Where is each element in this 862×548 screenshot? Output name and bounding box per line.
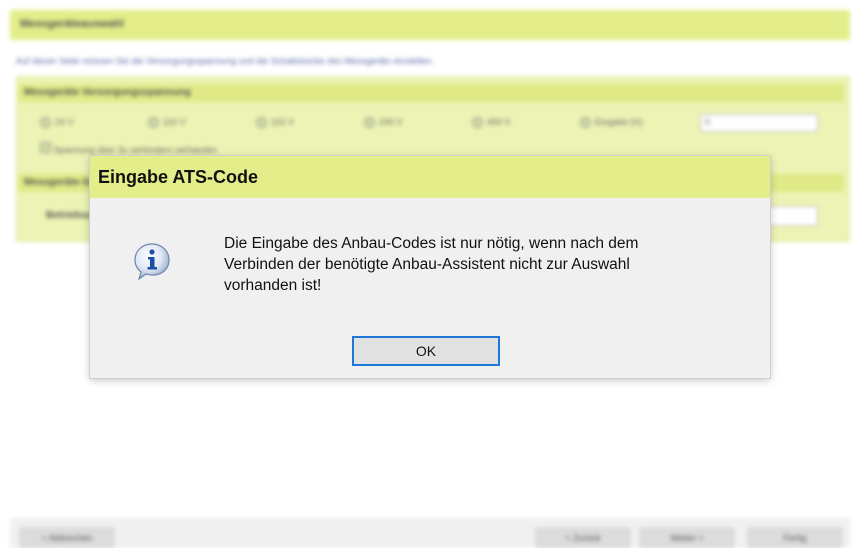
dialog-message-line: vorhanden ist! — [224, 277, 322, 294]
info-icon — [134, 243, 170, 281]
custom-voltage-value: 0 — [705, 117, 711, 127]
page-title: Messgeräteauswahl — [20, 18, 124, 30]
cancel-button[interactable]: < Abbrechen — [20, 528, 114, 548]
dialog-message-line: Verbinden der benötigte Anbau-Assistent … — [224, 256, 630, 273]
voltage-option[interactable]: 400 V — [472, 112, 580, 132]
voltage-option-label: 110 V — [163, 117, 186, 127]
page-description: Auf dieser Seite müssen Sie die Versorgu… — [16, 56, 434, 66]
dialog-titlebar: Eingabe ATS-Code — [90, 156, 770, 198]
voltage-option-label: Eingabe [V]: — [595, 117, 645, 127]
voltage-option[interactable]: 230 V — [364, 112, 472, 132]
back-button[interactable]: < Zurück — [536, 528, 630, 548]
voltage-option[interactable]: 115 V — [256, 112, 364, 132]
custom-voltage-input[interactable]: 0 — [700, 114, 818, 132]
finish-button[interactable]: Fertig — [748, 528, 842, 548]
voltage-option-label: 115 V — [271, 117, 294, 127]
voltage-checkbox[interactable]: Spannung über 3s verhindern verhanden — [40, 142, 217, 155]
checkbox-icon — [40, 142, 51, 153]
voltage-section-title: Messgeräte Versorgungsspannung — [24, 87, 191, 98]
voltage-checkbox-label: Spannung über 3s verhindern verhanden — [53, 145, 218, 155]
ats-code-dialog: Eingabe ATS-Code Die Eingabe des Anbau-C… — [90, 156, 770, 378]
voltage-option-label: 230 V — [379, 117, 403, 127]
voltage-option[interactable]: 110 V — [148, 112, 256, 132]
radio-icon — [256, 116, 267, 128]
voltage-section-header: Messgeräte Versorgungsspannung — [18, 84, 844, 102]
next-button[interactable]: Weiter > — [640, 528, 734, 548]
voltage-option[interactable]: 24 V — [40, 112, 148, 132]
radio-icon — [148, 116, 159, 128]
ok-button[interactable]: OK — [352, 336, 500, 366]
page-title-bar: Messgeräteauswahl — [10, 10, 850, 40]
voltage-option-label: 400 V — [487, 117, 511, 127]
voltage-option-label: 24 V — [55, 117, 74, 127]
radio-icon — [472, 116, 483, 128]
radio-icon — [364, 116, 375, 128]
dialog-title: Eingabe ATS-Code — [98, 167, 259, 187]
voltage-option[interactable]: Eingabe [V]: — [580, 112, 688, 132]
radio-icon — [40, 116, 51, 128]
dialog-message-line: Die Eingabe des Anbau-Codes ist nur nöti… — [224, 235, 639, 252]
dialog-message: Die Eingabe des Anbau-Codes ist nur nöti… — [224, 233, 764, 296]
radio-icon — [580, 116, 591, 128]
